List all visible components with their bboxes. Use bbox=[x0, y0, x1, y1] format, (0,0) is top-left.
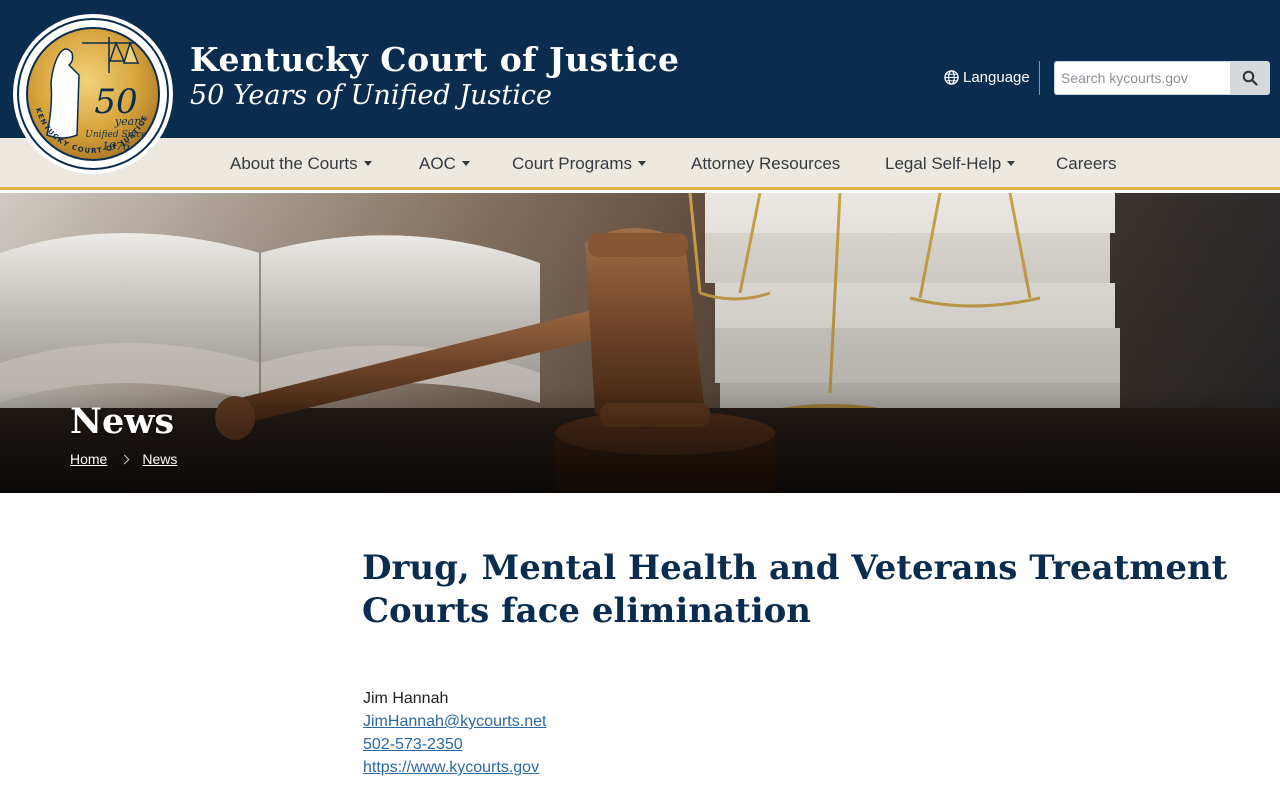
nav-label: Court Programs bbox=[512, 154, 632, 173]
nav-legal-self-help[interactable]: Legal Self-Help bbox=[885, 138, 1016, 190]
court-seal-logo[interactable]: 50 years Unified Since 1976 KENTUCKY COU… bbox=[12, 13, 174, 175]
site-header: Kentucky Court of Justice 50 Years of Un… bbox=[0, 0, 1280, 138]
breadcrumb: Home News bbox=[70, 451, 177, 467]
press-contact: Jim Hannah JimHannah@kycourts.net 502-57… bbox=[363, 687, 546, 779]
main-nav: About the Courts AOC Court Programs Atto… bbox=[0, 138, 1280, 190]
nav-label: Careers bbox=[1056, 154, 1117, 173]
nav-attorney-resources[interactable]: Attorney Resources bbox=[691, 138, 840, 190]
chevron-right-icon bbox=[119, 454, 130, 464]
site-tagline: 50 Years of Unified Justice bbox=[190, 80, 552, 111]
contact-email-link[interactable]: JimHannah@kycourts.net bbox=[363, 710, 546, 733]
language-selector[interactable]: Language bbox=[944, 69, 1030, 86]
caret-down-icon bbox=[1007, 161, 1016, 167]
search-form bbox=[1054, 61, 1270, 95]
hero-banner: News Home News bbox=[0, 193, 1280, 493]
header-divider bbox=[1039, 61, 1040, 95]
search-button[interactable] bbox=[1230, 61, 1270, 95]
article-title: Drug, Mental Health and Veterans Treatme… bbox=[362, 548, 1228, 631]
nav-label: Attorney Resources bbox=[691, 154, 841, 173]
search-input[interactable] bbox=[1054, 61, 1230, 95]
caret-down-icon bbox=[461, 161, 470, 167]
nav-court-programs[interactable]: Court Programs bbox=[512, 138, 646, 190]
contact-website-link[interactable]: https://www.kycourts.gov bbox=[363, 756, 546, 779]
contact-phone-link[interactable]: 502-573-2350 bbox=[363, 733, 546, 756]
breadcrumb-news-link[interactable]: News bbox=[142, 451, 177, 467]
language-label: Language bbox=[963, 69, 1030, 86]
nav-aoc[interactable]: AOC bbox=[419, 138, 470, 190]
gavel-hero-image bbox=[0, 193, 1280, 493]
nav-label: Legal Self-Help bbox=[885, 154, 1002, 173]
breadcrumb-home-link[interactable]: Home bbox=[70, 451, 107, 467]
caret-down-icon bbox=[637, 161, 646, 167]
nav-label: About the Courts bbox=[230, 154, 358, 173]
nav-careers[interactable]: Careers bbox=[1056, 138, 1116, 190]
nav-label: AOC bbox=[419, 154, 456, 173]
nav-about-the-courts[interactable]: About the Courts bbox=[230, 138, 372, 190]
page-title: News bbox=[70, 401, 175, 442]
search-icon bbox=[1242, 70, 1258, 86]
contact-name: Jim Hannah bbox=[363, 690, 449, 707]
caret-down-icon bbox=[363, 161, 372, 167]
site-title[interactable]: Kentucky Court of Justice bbox=[190, 40, 679, 79]
globe-icon bbox=[944, 70, 959, 85]
